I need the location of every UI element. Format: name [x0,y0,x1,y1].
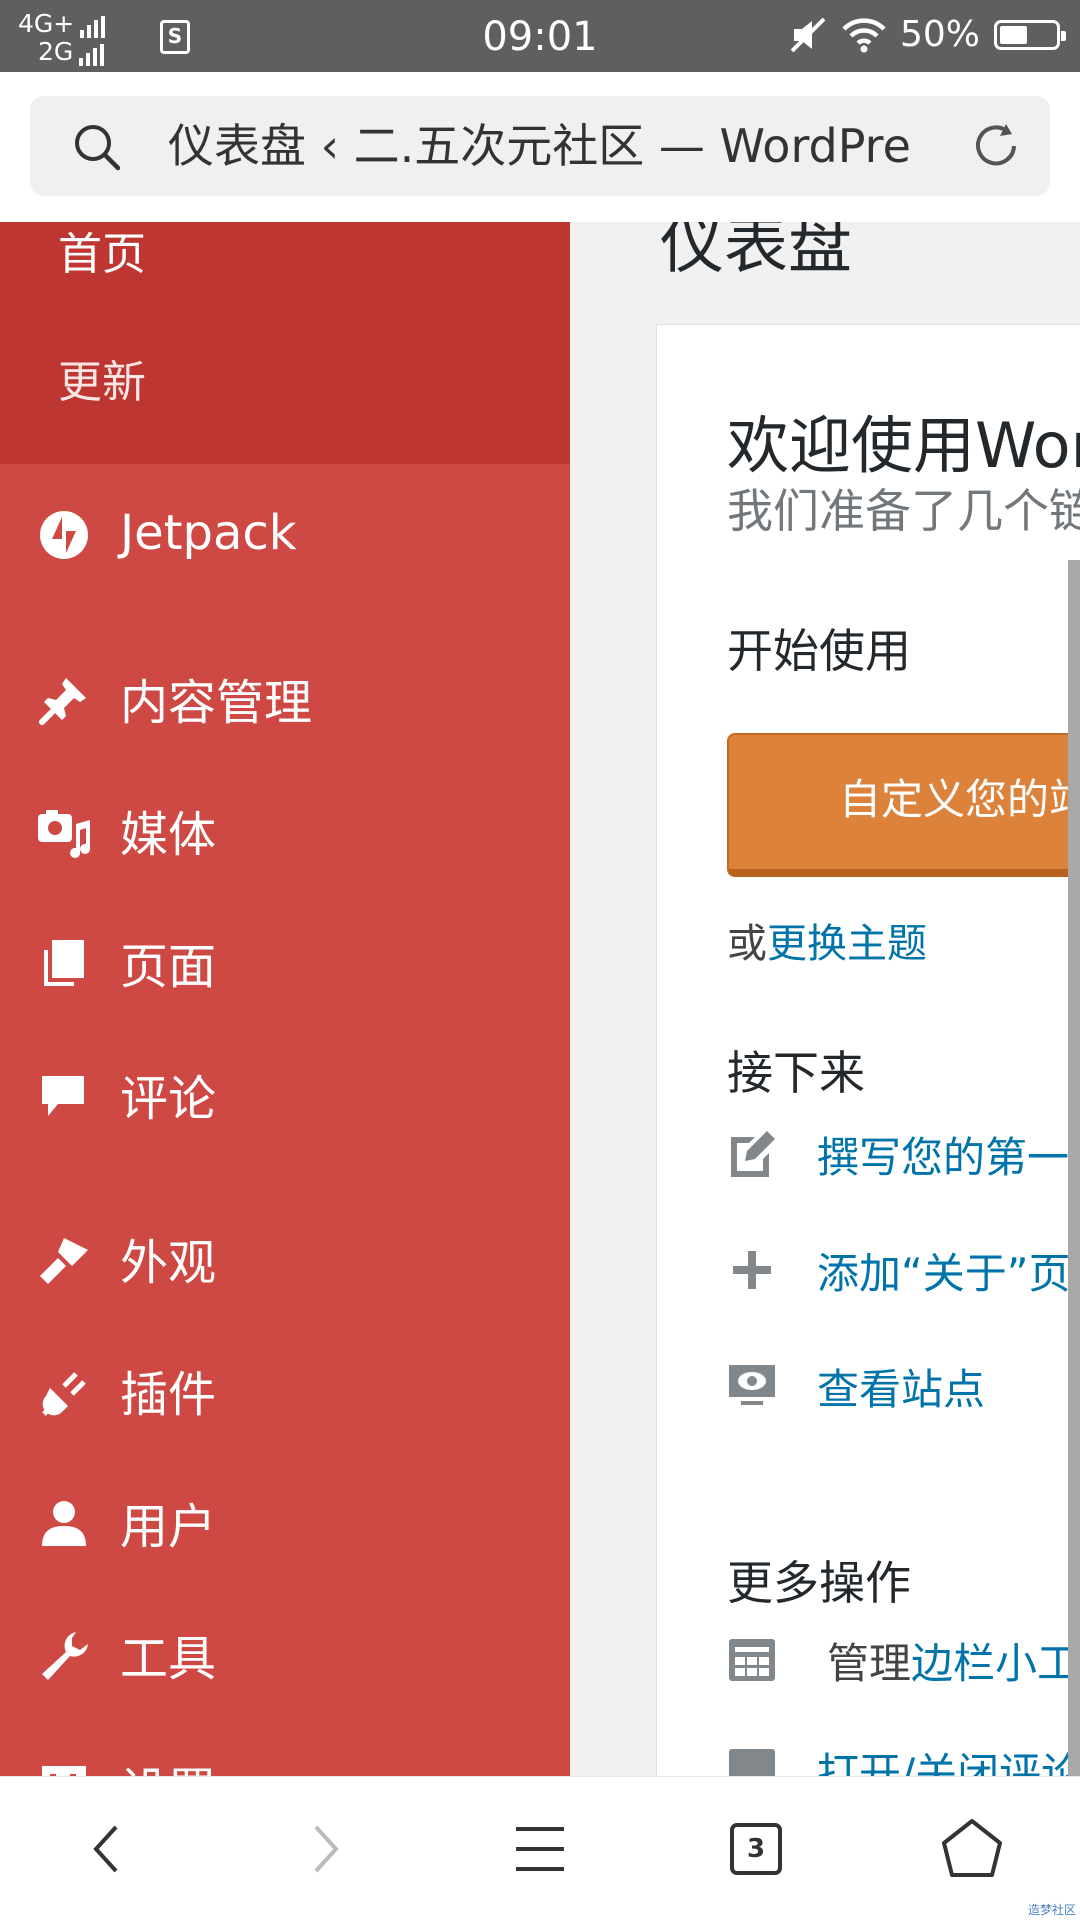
view-site-icon [729,1365,775,1405]
menu-icon[interactable] [508,1817,572,1881]
sidebar-item-tools[interactable]: 工具 [0,1614,570,1694]
comments-toggle-link[interactable]: 打开/关闭评论 [817,1740,1080,1777]
submenu-updates[interactable]: 更新 [58,346,146,410]
battery-icon [994,19,1066,50]
sidebar-item-label: 外观 [120,1235,217,1291]
next-steps-heading: 接下来 [727,1046,865,1100]
back-icon[interactable] [76,1817,140,1881]
mute-icon [790,17,826,52]
sidebar-item-label: 页面 [120,939,217,995]
get-started-heading: 开始使用 [727,624,911,678]
next-step-item[interactable]: 撰写您的第一篇 [727,1119,1080,1189]
sidebar-item-label: 评论 [120,1071,217,1127]
sidebar-item-appearance[interactable]: 外观 [0,1218,570,1298]
more-action-item[interactable]: 打开/关闭评论 [727,1735,1080,1776]
url-text[interactable]: 仪表盘 ‹ 二.五次元社区 — WordPre [168,96,930,196]
sidebar-item-label: 工具 [120,1631,217,1687]
plugin-icon [42,1372,86,1416]
sidebar-item-label: 内容管理 [120,675,313,731]
next-step-label[interactable]: 撰写您的第一篇 [817,1124,1080,1185]
reload-icon[interactable] [970,120,1022,172]
browser-bottom-nav: 3 造梦社区 [0,1776,1080,1920]
customize-site-button[interactable]: 自定义您的站 [727,733,1080,877]
submenu-home[interactable]: 首页 [58,222,146,282]
next-step-label[interactable]: 添加“关于”页 [817,1240,1071,1301]
widgets-icon [729,1639,775,1681]
comments-toggle-icon [729,1749,775,1776]
dashboard-submenu: 首页 更新 [0,222,570,464]
tabs-count: 3 [730,1823,782,1875]
comment-icon [42,1076,84,1116]
page-title: 仪表盘 [660,222,852,283]
sidebar-item-label: 媒体 [120,807,217,863]
sidebar-item-label: Jetpack [120,505,297,561]
more-action-item[interactable]: 管理边栏小工 [727,1625,1079,1695]
watermark: 造梦社区 [1027,1903,1076,1917]
next-step-item[interactable]: 查看站点 [727,1351,985,1421]
forward-icon[interactable] [292,1817,356,1881]
settings-icon [42,1766,86,1776]
pin-icon [39,678,86,725]
sidebar-item-settings[interactable]: 设置 [0,1746,570,1776]
manage-prefix: 管理 [827,1638,912,1688]
next-step-item[interactable]: 添加“关于”页 [727,1235,1071,1305]
sidebar-item-label: 用户 [120,1499,217,1555]
wifi-icon [842,17,886,52]
sidebar-item-comments[interactable]: 评论 [0,1054,570,1134]
jetpack-icon [40,511,88,559]
tabs-button[interactable]: 3 [724,1817,788,1881]
sidebar-item-label: 设置 [120,1751,216,1776]
welcome-title: 欢迎使用Wor [727,409,1080,482]
admin-sidebar: 首页 更新 Jetpack 内容管理 媒体 页面 评论 外观 插件 用户 工具 … [0,222,570,1776]
sidebar-item-media[interactable]: 媒体 [0,790,570,870]
sidebar-item-jetpack[interactable]: Jetpack [0,493,570,573]
browser-toolbar: 仪表盘 ‹ 二.五次元社区 — WordPre [0,72,1080,222]
plus-icon [733,1251,771,1289]
or-text: 或 [727,921,767,967]
media-icon [38,810,91,858]
search-icon [75,125,121,171]
welcome-panel: 欢迎使用Wor 我们准备了几个链 开始使用 自定义您的站 或更换主题 接下来 撰… [656,324,1080,1776]
sidebar-item-posts[interactable]: 内容管理 [0,658,570,738]
sidebar-item-label: 插件 [120,1367,217,1423]
edit-icon [731,1131,775,1177]
dashboard-main: 仪表盘 欢迎使用Wor 我们准备了几个链 开始使用 自定义您的站 或更换主题 接… [570,222,1080,1776]
wrench-icon [42,1632,88,1680]
battery-percent: 50% [899,14,980,55]
change-theme-line: 或更换主题 [727,911,927,969]
widgets-link[interactable]: 边栏小工 [911,1639,1079,1688]
next-step-label[interactable]: 查看站点 [817,1356,985,1417]
appearance-brush-icon [40,1238,88,1284]
more-actions-heading: 更多操作 [727,1556,911,1610]
home-icon[interactable] [940,1817,1004,1881]
change-theme-link[interactable]: 更换主题 [767,921,927,967]
address-bar[interactable]: 仪表盘 ‹ 二.五次元社区 — WordPre [30,96,1050,196]
user-icon [42,1501,86,1546]
sidebar-item-users[interactable]: 用户 [0,1482,570,1562]
status-bar: 4G+ 2G S 09:01 50% [0,0,1080,72]
pages-icon [44,940,84,986]
sidebar-item-pages[interactable]: 页面 [0,922,570,1002]
sidebar-item-plugins[interactable]: 插件 [0,1350,570,1430]
scrollbar[interactable] [1068,560,1080,1776]
welcome-about: 我们准备了几个链 [727,484,1080,538]
